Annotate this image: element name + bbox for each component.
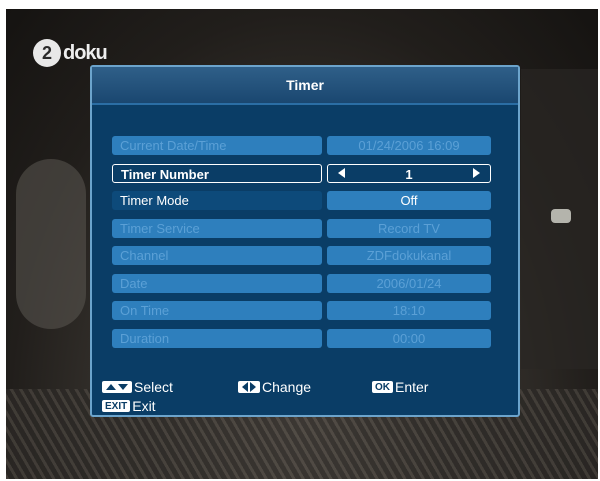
exit-key-icon: EXIT: [102, 400, 131, 412]
dialog-title: Timer: [92, 67, 518, 105]
left-right-key-icon: [238, 381, 260, 393]
row-value: 2006/01/24: [327, 273, 491, 293]
row-label: Channel: [112, 246, 322, 265]
background-light: [551, 209, 571, 223]
row-on-time: On Time 18:10: [112, 301, 492, 323]
row-timer-mode[interactable]: Timer Mode Off: [112, 191, 492, 213]
row-channel: Channel ZDFdokukanal: [112, 246, 492, 268]
row-label: Current Date/Time: [112, 136, 322, 155]
channel-logo: 2 doku: [33, 39, 108, 67]
ok-key-icon: OK: [372, 381, 393, 393]
timer-dialog: Timer Current Date/Time 01/24/2006 16:09…: [90, 65, 520, 417]
row-label: Date: [112, 273, 322, 293]
hint-label: Exit: [132, 398, 156, 414]
logo-text: doku: [63, 41, 108, 64]
background-shape: [16, 159, 86, 329]
row-timer-number[interactable]: Timer Number 1: [112, 163, 492, 186]
timer-settings-list: Current Date/Time 01/24/2006 16:09 Timer…: [112, 136, 492, 356]
hint-change: Change: [238, 379, 311, 395]
hint-select: Select: [102, 379, 173, 395]
hint-label: Enter: [395, 379, 429, 395]
timer-number-selector[interactable]: 1: [327, 163, 491, 183]
row-date: Date 2006/01/24: [112, 273, 492, 296]
row-value: ZDFdokukanal: [327, 246, 491, 265]
row-value[interactable]: Off: [327, 191, 491, 210]
row-duration: Duration 00:00: [112, 328, 492, 351]
row-value: Record TV: [327, 218, 491, 238]
row-value: 00:00: [327, 328, 491, 348]
hint-label: Change: [262, 379, 312, 395]
row-current-date-time: Current Date/Time 01/24/2006 16:09: [112, 136, 492, 158]
row-label: Duration: [112, 328, 322, 348]
row-label[interactable]: Timer Number: [112, 163, 322, 183]
row-label[interactable]: Timer Mode: [112, 191, 322, 210]
row-label: On Time: [112, 301, 322, 320]
hint-exit: EXIT Exit: [102, 398, 156, 414]
arrow-left-icon[interactable]: [338, 167, 345, 178]
row-timer-service: Timer Service Record TV: [112, 218, 492, 241]
row-value: 01/24/2006 16:09: [327, 136, 491, 155]
row-value: 18:10: [327, 301, 491, 320]
hint-enter: OK Enter: [372, 379, 428, 395]
tv-frame: 2 doku Timer Current Date/Time 01/24/200…: [6, 9, 598, 479]
hint-label: Select: [134, 379, 173, 395]
logo-circle: 2: [33, 39, 61, 67]
row-label: Timer Service: [112, 218, 322, 238]
arrow-right-icon[interactable]: [473, 167, 480, 178]
row-value: 1: [405, 166, 413, 182]
up-down-key-icon: [102, 381, 132, 393]
